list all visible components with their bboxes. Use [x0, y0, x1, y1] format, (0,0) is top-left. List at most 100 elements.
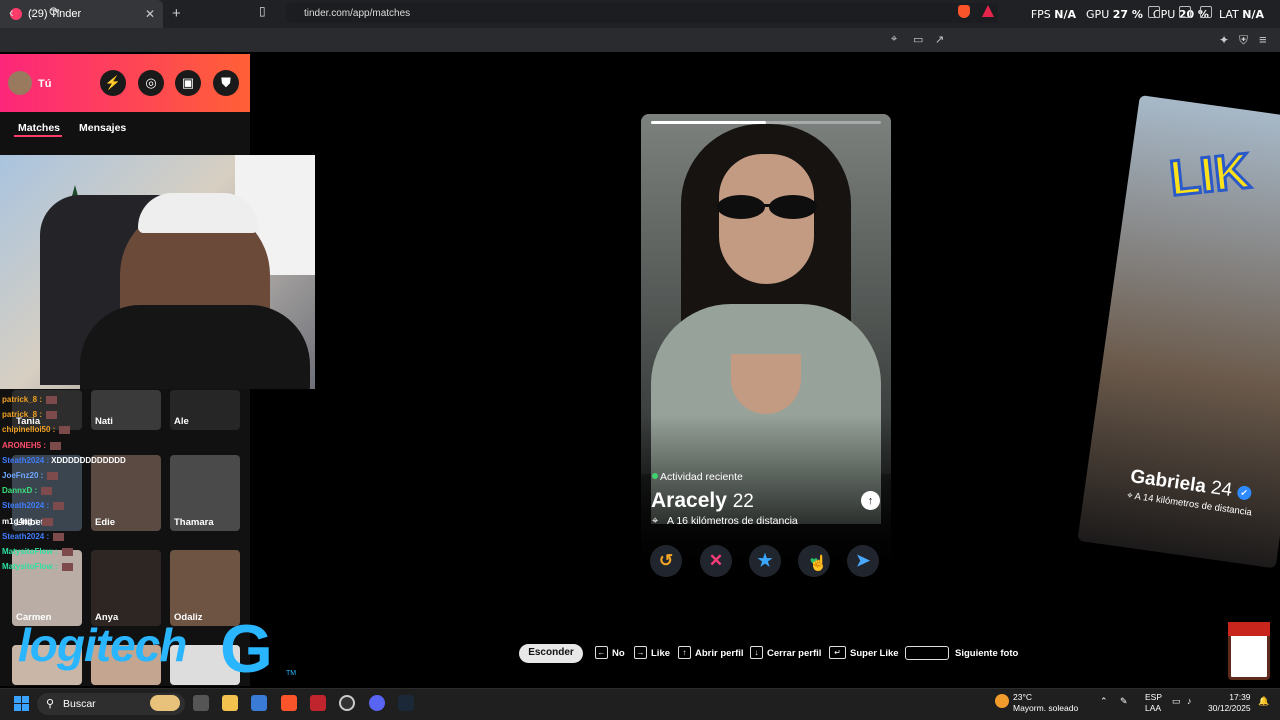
- steam-icon[interactable]: [398, 695, 414, 711]
- boost-button[interactable]: ➤: [847, 545, 879, 577]
- network-icon[interactable]: ▭: [1172, 696, 1181, 707]
- pixel-mascot-hair: [1228, 622, 1270, 636]
- wallet-icon[interactable]: [1200, 6, 1212, 18]
- shortcut-next-photo: Siguiente foto: [955, 648, 1019, 659]
- store-icon[interactable]: [251, 695, 267, 711]
- photo-progress-bar: [651, 121, 881, 124]
- trademark-mark: TM: [286, 670, 297, 677]
- chat-username: m1g4ng :: [2, 516, 38, 526]
- hide-shortcuts-button[interactable]: Esconder: [519, 644, 583, 663]
- open-profile-icon[interactable]: ↑: [861, 491, 880, 510]
- right-arrow-key-icon: →: [634, 646, 647, 659]
- shortcut-open-profile: Abrir perfil: [695, 648, 744, 659]
- bookmark-icon[interactable]: ▯: [259, 4, 266, 18]
- obs-icon[interactable]: [339, 695, 355, 711]
- chat-username: JoeFnz20 :: [2, 471, 44, 481]
- reload-icon[interactable]: ⟳: [49, 4, 60, 20]
- chat-line: JoeFnz20 :: [2, 468, 142, 483]
- weather-widget[interactable]: 23°C Mayorm. soleado: [1013, 692, 1078, 714]
- emote-icon: [41, 517, 53, 526]
- chat-line: chipinelloi50 :: [2, 422, 142, 437]
- tray-chevron-icon[interactable]: ⌃: [1100, 696, 1108, 707]
- gpu-value: 27 %: [1112, 8, 1143, 21]
- clock-time: 17:39: [1229, 692, 1251, 702]
- profile-name: Aracely: [651, 489, 727, 512]
- weather-desc: Mayorm. soleado: [1013, 703, 1079, 713]
- streaming-app-icon[interactable]: [310, 695, 326, 711]
- down-arrow-key-icon: ↓: [750, 646, 763, 659]
- chat-username: chipinelloi50 :: [2, 425, 56, 435]
- emote-icon: [53, 502, 65, 511]
- send-icon: ➤: [855, 551, 871, 570]
- address-bar-row: [0, 28, 1280, 52]
- menu-icon[interactable]: ≡: [1259, 32, 1267, 47]
- chat-username: DannxD :: [2, 486, 38, 496]
- forward-icon[interactable]: ›: [30, 4, 35, 20]
- close-tab-icon[interactable]: ✕: [145, 7, 155, 21]
- location-pin-icon: ⌖: [652, 515, 659, 527]
- sidebar-toggle-icon[interactable]: [1179, 6, 1191, 18]
- url-field[interactable]: tinder.com/app/matches: [286, 3, 998, 23]
- avatar[interactable]: [8, 71, 32, 95]
- boost-icon[interactable]: ⚡: [100, 70, 126, 96]
- new-tab-icon[interactable]: +: [172, 5, 181, 22]
- fps-value: N/A: [1054, 8, 1077, 21]
- stream-chat: patrick_8 : patrick_8 : chipinelloi50 : ARO…: [2, 392, 142, 574]
- chat-username: MatysitoFlow :: [2, 547, 58, 557]
- browser-tab[interactable]: (29) Tinder ✕: [0, 0, 163, 28]
- search-highlight-icon: [150, 695, 180, 711]
- chat-line: ARONEH5 :: [2, 438, 142, 453]
- superlike-button[interactable]: ★: [749, 545, 781, 577]
- discord-icon[interactable]: [369, 695, 385, 711]
- emote-icon: [53, 532, 65, 541]
- gpu-label: GPU: [1086, 8, 1110, 21]
- chat-username: ARONEH5 :: [2, 440, 47, 450]
- chat-line: patrick_8 :: [2, 392, 142, 407]
- nope-button[interactable]: ✕: [700, 545, 732, 577]
- explore-icon[interactable]: ◎: [138, 70, 164, 96]
- search-label: Buscar: [63, 698, 96, 710]
- chat-username: MatysitoFlow :: [2, 562, 58, 572]
- brave-browser-icon[interactable]: [281, 695, 297, 711]
- safety-shield-icon[interactable]: ⛊: [213, 70, 239, 96]
- leo-ai-icon[interactable]: ✦: [1219, 33, 1229, 47]
- next-profile-age: 24: [1209, 477, 1234, 502]
- pen-icon[interactable]: ✎: [1120, 696, 1128, 707]
- notification-icon[interactable]: 🔔: [1258, 696, 1269, 707]
- clock[interactable]: 17:39 30/12/2025: [1208, 692, 1251, 714]
- activity-status: Actividad reciente: [660, 471, 743, 483]
- chat-username: Steath2024 :: [2, 531, 50, 541]
- chat-username: patrick_8 :: [2, 410, 43, 420]
- location-icon[interactable]: ⌖: [891, 33, 897, 46]
- like-banner: LIK: [1165, 141, 1254, 208]
- lat-value: N/A: [1242, 8, 1264, 21]
- briefcase-icon[interactable]: ▣: [175, 70, 201, 96]
- brave-shields-icon[interactable]: [958, 5, 970, 18]
- volume-icon[interactable]: ♪: [1187, 696, 1192, 706]
- user-name[interactable]: Tú: [38, 78, 51, 90]
- back-icon[interactable]: ‹: [9, 4, 14, 20]
- shortcut-super-like: Super Like: [850, 648, 899, 659]
- match-name: Thamara: [174, 517, 214, 528]
- tab-matches[interactable]: Matches: [18, 122, 60, 134]
- tab-messages[interactable]: Mensajes: [79, 122, 126, 134]
- vpn-icon[interactable]: ⛨: [1239, 33, 1248, 48]
- chat-username: Steath2024 :: [2, 501, 50, 511]
- cast-icon[interactable]: ▭: [913, 33, 923, 46]
- chat-line: Steath2024 :: [2, 498, 142, 513]
- rewind-icon: ↺: [658, 551, 674, 570]
- lat-label: LAT: [1218, 8, 1239, 21]
- headphones-cap: [138, 193, 258, 233]
- match-card[interactable]: Thamara: [170, 455, 240, 531]
- shortcut-like: Like: [651, 648, 671, 659]
- rewind-button[interactable]: ↺: [650, 545, 682, 577]
- emote-icon: [46, 411, 58, 420]
- language-indicator[interactable]: ESP LAA: [1145, 692, 1162, 714]
- task-view-icon[interactable]: [193, 695, 209, 711]
- share-icon[interactable]: ↗: [935, 33, 944, 46]
- windows-start-icon[interactable]: [14, 696, 29, 711]
- reader-mode-icon[interactable]: [1148, 6, 1160, 18]
- card-gradient: [641, 414, 891, 562]
- file-explorer-icon[interactable]: [222, 695, 238, 711]
- match-card[interactable]: Ale: [170, 390, 240, 430]
